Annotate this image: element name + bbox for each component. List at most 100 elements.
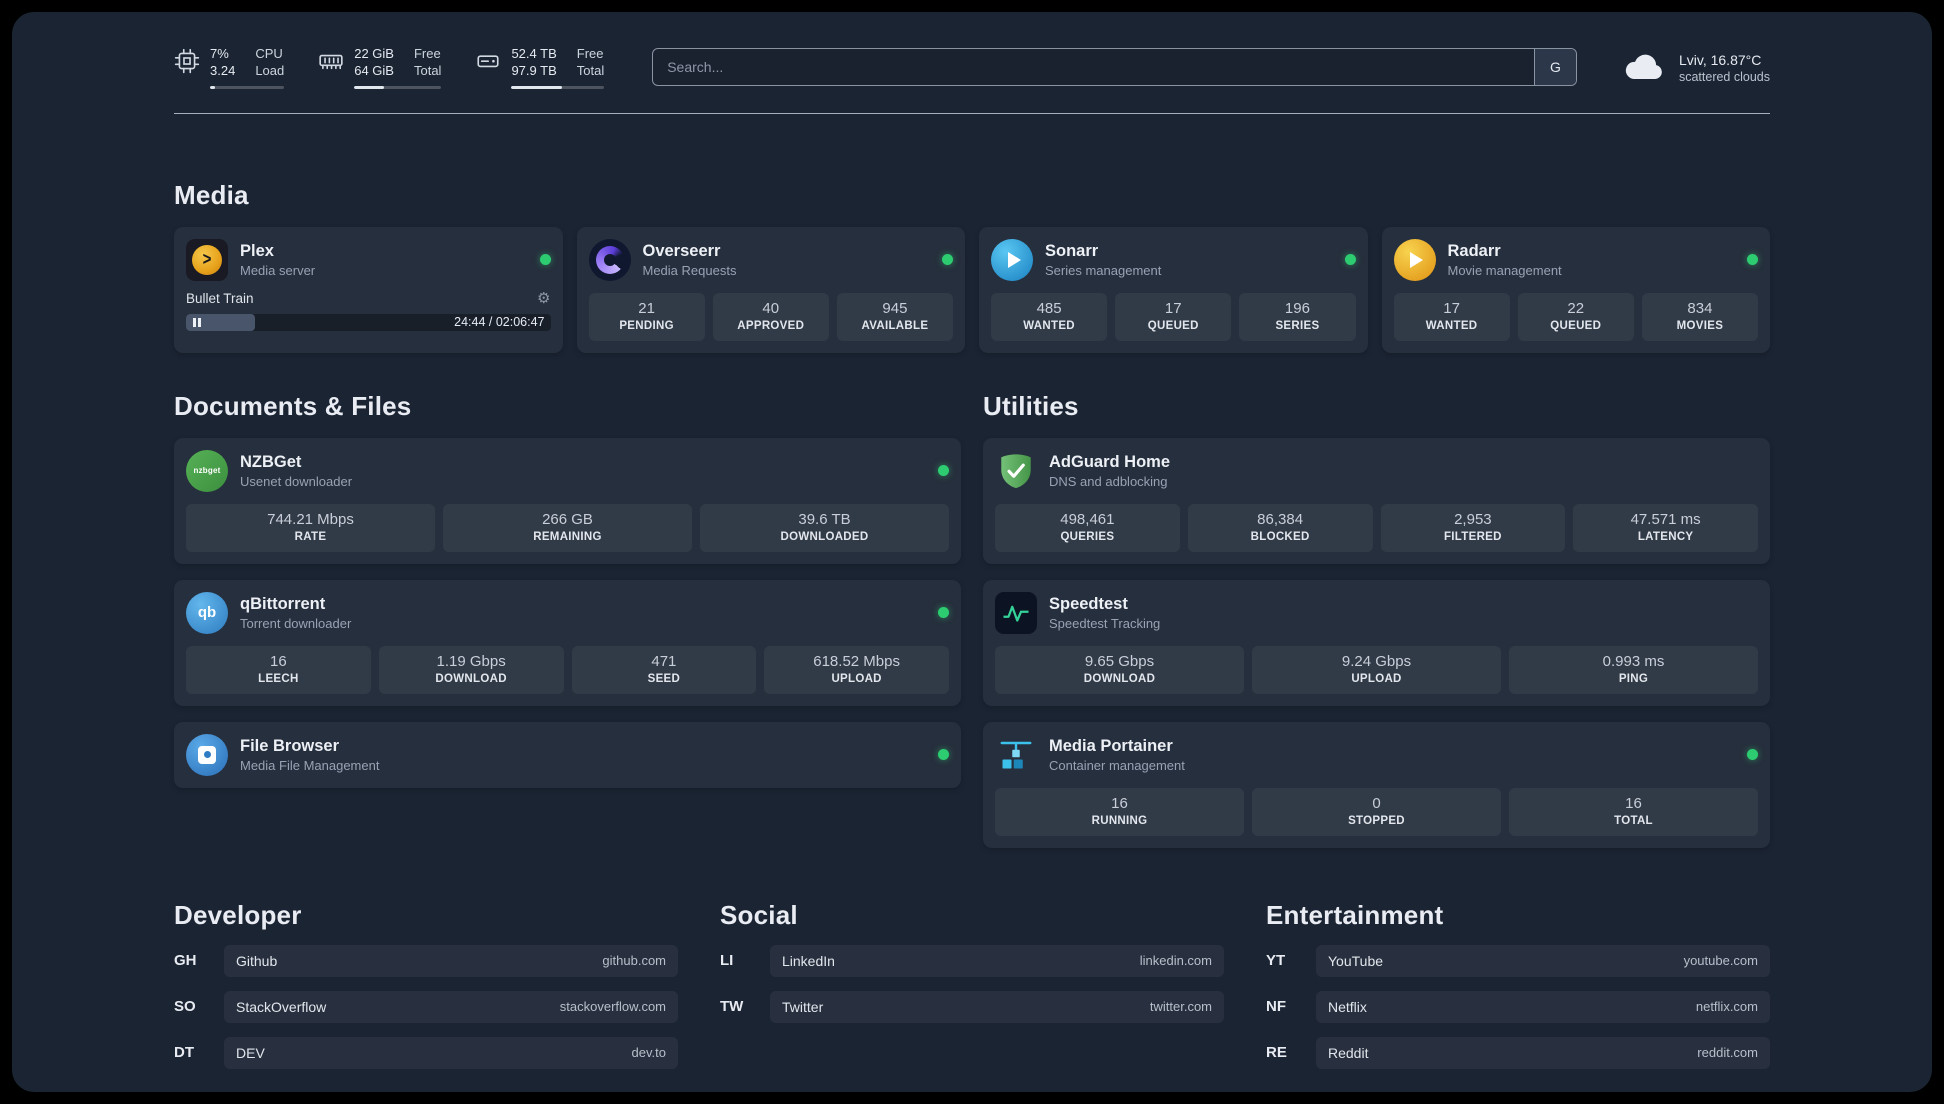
bookmark-group-entertainment: Entertainment YT YouTube youtube.com NF …: [1266, 900, 1770, 1069]
service-card-filebrowser[interactable]: File Browser Media File Management: [174, 721, 961, 788]
playback-progress-fill: [186, 313, 256, 331]
status-online-indicator: [942, 254, 953, 266]
service-name: Media Portainer: [1049, 737, 1173, 756]
cpu-monitor-widget: 7% 3.24 CPU Load: [174, 46, 285, 89]
service-name: Overseerr: [642, 242, 721, 261]
service-name: Speedtest: [1049, 595, 1128, 614]
service-description: Media Requests: [642, 263, 737, 279]
bookmark-name: YouTube: [1328, 952, 1384, 969]
weather-widget: Lviv, 16.87°C scattered clouds: [1621, 51, 1770, 84]
service-card-portainer[interactable]: Media Portainer Container management 16 …: [983, 721, 1770, 848]
stat-value: 485: [1036, 299, 1062, 317]
pause-icon: [193, 317, 196, 327]
bookmark-name: Reddit: [1328, 1044, 1369, 1061]
stat-value: 47.571 ms: [1630, 510, 1701, 528]
bookmark-youtube[interactable]: YT YouTube youtube.com: [1266, 944, 1770, 977]
bookmark-dev[interactable]: DT DEV dev.to: [174, 1036, 678, 1069]
filebrowser-icon: [186, 733, 228, 776]
service-name: Sonarr: [1045, 242, 1099, 261]
stat-value: 22: [1567, 299, 1585, 317]
topbar-divider: [174, 112, 1770, 114]
stat-label: WANTED: [1023, 319, 1075, 332]
stat-value: 471: [651, 652, 677, 670]
stat-label: QUERIES: [1060, 530, 1115, 543]
stat-value: 0: [1372, 794, 1381, 812]
service-description: Movie management: [1447, 263, 1562, 279]
stat-label: AVAILABLE: [861, 319, 929, 332]
playback-progress-bar[interactable]: 24:44 / 02:06:47: [186, 313, 551, 331]
stat-label: PENDING: [619, 319, 674, 332]
bookmark-twitter[interactable]: TW Twitter twitter.com: [720, 990, 1224, 1023]
section-utilities: Utilities AdGuard Home DNS and adblockin…: [983, 391, 1770, 848]
bookmark-netflix[interactable]: NF Netflix netflix.com: [1266, 990, 1770, 1023]
bookmark-stackoverflow[interactable]: SO StackOverflow stackoverflow.com: [174, 990, 678, 1023]
sonarr-icon: [991, 238, 1033, 281]
stat-value: 39.6 TB: [798, 510, 851, 528]
stat-label: DOWNLOAD: [1083, 672, 1156, 685]
service-name: Radarr: [1447, 242, 1501, 261]
stat-remaining: 266 GB REMAINING: [443, 503, 692, 552]
stat-download: 1.19 Gbps DOWNLOAD: [378, 645, 564, 694]
gear-icon[interactable]: ⚙: [537, 291, 550, 306]
service-card-speedtest[interactable]: Speedtest Speedtest Tracking 9.65 Gbps D…: [983, 579, 1770, 706]
service-card-sonarr[interactable]: Sonarr Series management 485 WANTED 17 Q…: [979, 226, 1368, 353]
stat-ping: 0.993 ms PING: [1509, 645, 1758, 694]
stat-upload: 9.24 Gbps UPLOAD: [1252, 645, 1501, 694]
overseerr-icon: [588, 238, 631, 281]
portainer-crane-icon: [995, 734, 1037, 776]
stat-value: 266 GB: [542, 510, 593, 528]
bookmark-group-social: Social LI LinkedIn linkedin.com TW Twitt…: [720, 900, 1224, 1069]
service-card-qbittorrent[interactable]: qb qBittorrent Torrent downloader 16 LEE…: [174, 579, 961, 706]
bookmark-domain: linkedin.com: [1139, 953, 1212, 969]
stat-value: 2,953: [1454, 510, 1492, 528]
stat-queued: 22 QUEUED: [1517, 292, 1634, 341]
stat-value: 945: [882, 299, 908, 317]
stat-value: 40: [762, 299, 780, 317]
stat-stopped: 0 STOPPED: [1252, 787, 1501, 836]
nzbget-icon: nzbget: [186, 449, 228, 492]
service-card-adguard-home[interactable]: AdGuard Home DNS and adblocking 498,461 …: [983, 437, 1770, 564]
now-playing-title: Bullet Train: [186, 290, 254, 306]
disk-free-label: Free: [576, 46, 604, 61]
stat-value: 196: [1284, 299, 1310, 317]
status-online-indicator: [1747, 749, 1758, 761]
stat-latency: 47.571 ms LATENCY: [1573, 503, 1758, 552]
bookmark-domain: github.com: [602, 953, 666, 969]
service-description: Torrent downloader: [240, 616, 352, 632]
service-card-plex[interactable]: > Plex Media server Bullet Train ⚙ 24:44…: [174, 226, 563, 353]
memory-icon: [318, 48, 344, 74]
stat-value: 17: [1443, 299, 1460, 317]
stat-wanted: 485 WANTED: [991, 292, 1108, 341]
stat-value: 21: [638, 299, 655, 317]
stat-value: 9.65 Gbps: [1084, 652, 1155, 670]
bookmark-linkedin[interactable]: LI LinkedIn linkedin.com: [720, 944, 1224, 977]
stat-value: 0.993 ms: [1602, 652, 1665, 670]
service-card-nzbget[interactable]: nzbget NZBGet Usenet downloader 744.21 M…: [174, 437, 961, 564]
stat-label: QUEUED: [1550, 319, 1602, 332]
cpu-usage-bar: [210, 85, 285, 89]
stat-value: 9.24 Gbps: [1341, 652, 1412, 670]
stat-queries: 498,461 QUERIES: [995, 503, 1180, 552]
disk-icon: [475, 48, 501, 74]
stat-total: 16 TOTAL: [1509, 787, 1758, 836]
stat-filtered: 2,953 FILTERED: [1380, 503, 1566, 552]
service-card-overseerr[interactable]: Overseerr Media Requests 21 PENDING 40 A…: [576, 226, 965, 353]
bookmark-name: LinkedIn: [782, 952, 835, 969]
stat-downloaded: 39.6 TB DOWNLOADED: [700, 503, 949, 552]
memory-total-label: Total: [413, 62, 442, 78]
bookmark-name: Netflix: [1328, 998, 1367, 1015]
weather-condition: scattered clouds: [1678, 69, 1770, 84]
service-card-radarr[interactable]: Radarr Movie management 17 WANTED 22 QUE…: [1381, 226, 1770, 353]
memory-usage-bar: [354, 85, 442, 89]
bookmark-github[interactable]: GH Github github.com: [174, 944, 678, 977]
disk-total-label: Total: [576, 62, 605, 78]
search-input[interactable]: [653, 49, 1534, 86]
stat-available: 945 AVAILABLE: [836, 292, 954, 341]
bookmark-domain: netflix.com: [1695, 999, 1758, 1015]
service-name: qBittorrent: [240, 595, 326, 614]
stat-value: 1.19 Gbps: [436, 652, 506, 670]
stat-label: LATENCY: [1637, 530, 1694, 543]
search-provider-button[interactable]: G: [1533, 49, 1576, 86]
section-title: Documents & Files: [174, 390, 412, 421]
bookmark-reddit[interactable]: RE Reddit reddit.com: [1266, 1036, 1770, 1069]
